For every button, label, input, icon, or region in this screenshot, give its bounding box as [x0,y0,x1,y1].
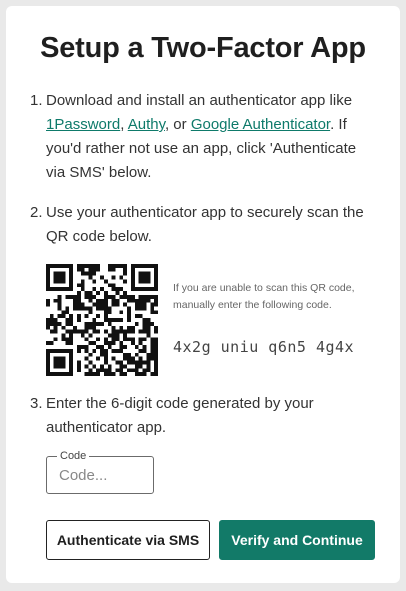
step-1: 1. Download and install an authenticator… [30,89,370,185]
step-1-intro: Download and install an authenticator ap… [46,92,353,109]
link-1password[interactable]: 1Password [46,116,120,133]
link-google-authenticator[interactable]: Google Authenticator [191,116,330,133]
link-authy[interactable]: Authy [128,116,165,133]
verify-continue-button[interactable]: Verify and Continue [219,520,375,560]
page-title: Setup a Two-Factor App [40,32,366,64]
separator: , or [164,116,191,133]
two-factor-card: Setup a Two-Factor App 1. Download and i… [6,6,400,583]
step-1-text: Download and install an authenticator ap… [46,89,370,185]
qr-code [46,264,158,376]
step-number: 3. [30,395,43,412]
step-number: 2. [30,204,43,221]
authenticate-sms-button[interactable]: Authenticate via SMS [46,520,210,560]
step-2: 2. Use your authenticator app to securel… [30,201,370,249]
step-number: 1. [30,92,43,109]
step-3: 3. Enter the 6-digit code generated by y… [30,392,370,440]
separator: , [120,116,128,133]
step-3-text: Enter the 6-digit code generated by your… [46,395,314,436]
code-input[interactable] [47,457,153,493]
code-field: Code [46,449,154,494]
secret-key: 4x2g uniu q6n5 4g4x [173,338,355,356]
qr-help-text: If you are unable to scan this QR code, … [173,282,355,311]
step-2-text: Use your authenticator app to securely s… [46,204,364,245]
